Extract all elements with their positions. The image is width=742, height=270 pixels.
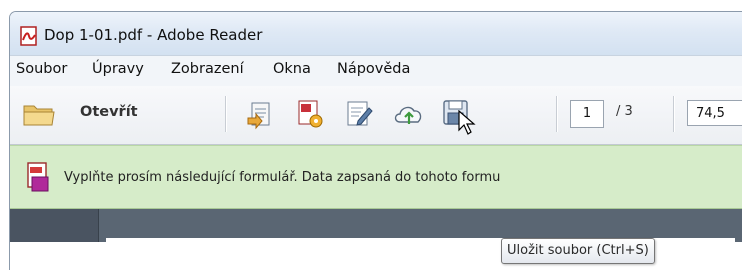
toolbar-separator: [225, 96, 227, 132]
menu-item-zobrazeni[interactable]: Zobrazení: [171, 61, 244, 77]
toolbar-separator: [556, 96, 558, 132]
save-tooltip: Uložit soubor (Ctrl+S): [501, 238, 655, 264]
form-notification-text: Vyplňte prosím následující formulář. Dat…: [64, 170, 501, 185]
form-pdf-icon: [27, 162, 49, 192]
window-title: Dop 1-01.pdf - Adobe Reader: [44, 26, 263, 44]
page-total-label: / 3: [616, 104, 633, 119]
mouse-cursor-icon: [458, 110, 476, 135]
folder-open-icon: [23, 105, 55, 126]
cloud-upload-icon[interactable]: [392, 100, 426, 128]
app-window: Dop 1-01.pdf - Adobe Reader Soubor Úprav…: [9, 11, 742, 270]
edit-form-icon[interactable]: [344, 99, 374, 129]
main-toolbar: Otevřít 1 / 3 74,5: [10, 86, 742, 145]
navigation-panel[interactable]: [10, 209, 99, 242]
zoom-input[interactable]: 74,5: [687, 100, 742, 126]
menu-item-soubor[interactable]: Soubor: [16, 61, 67, 77]
create-pdf-icon[interactable]: [246, 100, 276, 130]
open-button-label: Otevřít: [80, 104, 138, 120]
title-bar: Dop 1-01.pdf - Adobe Reader: [10, 12, 742, 55]
page-number-input[interactable]: 1: [570, 100, 604, 128]
form-notification-bar: Vyplňte prosím následující formulář. Dat…: [10, 145, 742, 209]
open-button[interactable]: Otevřít: [22, 98, 138, 132]
toolbar-separator: [673, 96, 675, 132]
menu-item-upravy[interactable]: Úpravy: [92, 61, 144, 77]
pdf-settings-icon[interactable]: [294, 98, 326, 130]
menu-bar: Soubor Úpravy Zobrazení Okna Nápověda: [10, 55, 742, 87]
menu-item-okna[interactable]: Okna: [273, 61, 311, 77]
menu-item-napoveda[interactable]: Nápověda: [337, 61, 410, 77]
pdf-app-icon: [20, 26, 37, 46]
